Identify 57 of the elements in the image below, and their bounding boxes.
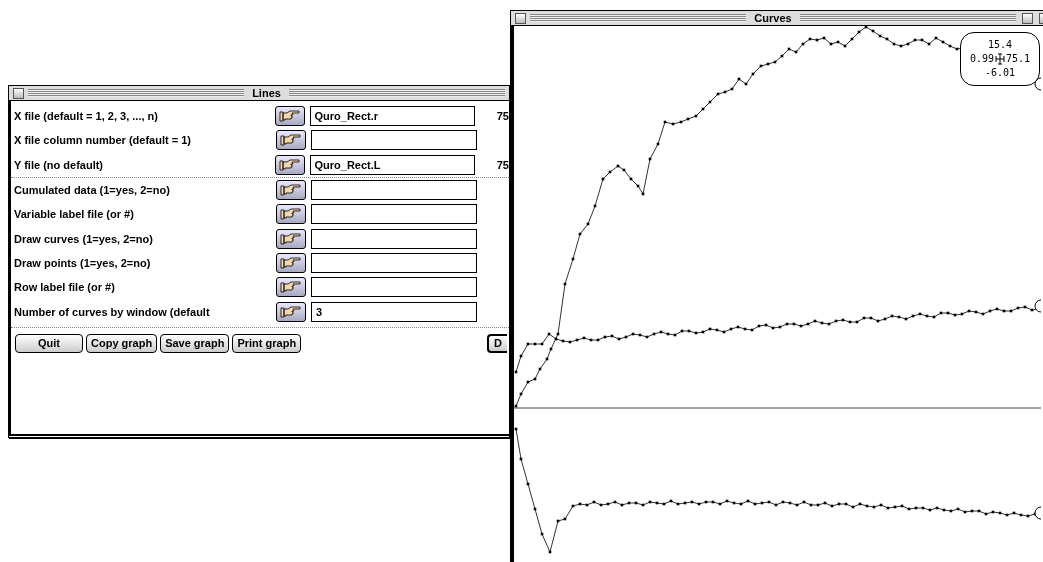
pointing-hand-icon xyxy=(278,157,301,172)
field-label: Number of curves by window (default xyxy=(14,305,211,318)
tooltip-value: 0.99 xyxy=(969,52,994,66)
close-box-icon[interactable] xyxy=(13,87,24,99)
close-box-icon[interactable] xyxy=(515,12,526,24)
field-label: X file column number (default = 1) xyxy=(14,134,192,147)
input-field[interactable] xyxy=(311,228,477,249)
pick-file-button[interactable] xyxy=(274,154,305,175)
zoom-box-icon[interactable] xyxy=(1022,12,1033,24)
pick-file-button[interactable] xyxy=(276,130,306,151)
pointing-hand-icon xyxy=(280,255,302,270)
pick-file-button[interactable] xyxy=(276,301,306,322)
push-button[interactable]: D xyxy=(487,333,507,353)
input-field[interactable] xyxy=(311,130,477,151)
field-label: X file (default = 1, 2, 3, ..., n) xyxy=(14,110,159,123)
count-label: 75 xyxy=(496,158,509,171)
pick-file-button[interactable] xyxy=(276,277,306,298)
push-button[interactable]: Quit xyxy=(15,333,83,353)
field-label: Y file (no default) xyxy=(14,158,105,171)
tooltip-value: -6.01 xyxy=(984,66,1016,80)
input-field[interactable]: Quro_Rect.r xyxy=(309,106,475,127)
input-field[interactable] xyxy=(311,277,477,298)
pointing-hand-icon xyxy=(280,304,302,319)
pointing-hand-icon xyxy=(280,133,302,148)
pointing-hand-icon xyxy=(280,280,302,295)
title-bar-stripes[interactable] xyxy=(28,89,245,97)
input-field[interactable]: Quro_Rect.L xyxy=(309,154,475,175)
pointing-hand-icon xyxy=(280,231,302,246)
input-field[interactable] xyxy=(311,180,477,201)
pick-file-button[interactable] xyxy=(276,252,306,273)
tooltip-value: 75.1 xyxy=(1006,52,1031,66)
title-bar-stripes[interactable] xyxy=(288,89,505,97)
window-title: Lines xyxy=(251,87,282,99)
title-bar-stripes[interactable] xyxy=(799,14,1016,22)
pick-file-button[interactable] xyxy=(276,228,306,249)
pointing-hand-icon xyxy=(280,183,302,198)
field-label: Row label file (or #) xyxy=(14,281,116,294)
field-label: Variable label file (or #) xyxy=(14,208,135,221)
push-button[interactable]: Copy graph xyxy=(86,333,158,353)
input-field[interactable] xyxy=(311,252,477,273)
input-field[interactable]: 3 xyxy=(311,301,477,322)
push-button[interactable]: Save graph xyxy=(160,333,230,353)
pointing-hand-icon xyxy=(280,207,302,222)
field-label: Cumulated data (1=yes, 2=no) xyxy=(14,184,171,197)
field-label: Draw curves (1=yes, 2=no) xyxy=(14,232,154,245)
input-field[interactable] xyxy=(311,204,477,225)
count-label: 75 xyxy=(496,110,509,123)
window-title: Curves xyxy=(753,12,793,24)
pointing-hand-icon xyxy=(278,109,301,124)
pick-file-button[interactable] xyxy=(276,204,306,225)
error-bar-icon xyxy=(995,53,1005,65)
pick-file-button[interactable] xyxy=(276,180,306,201)
field-label: Draw points (1=yes, 2=no) xyxy=(14,256,152,269)
push-button[interactable]: Print graph xyxy=(232,333,302,353)
tooltip-value: 15.4 xyxy=(987,38,1013,52)
pick-file-button[interactable] xyxy=(274,106,305,127)
title-bar-stripes[interactable] xyxy=(530,14,747,22)
